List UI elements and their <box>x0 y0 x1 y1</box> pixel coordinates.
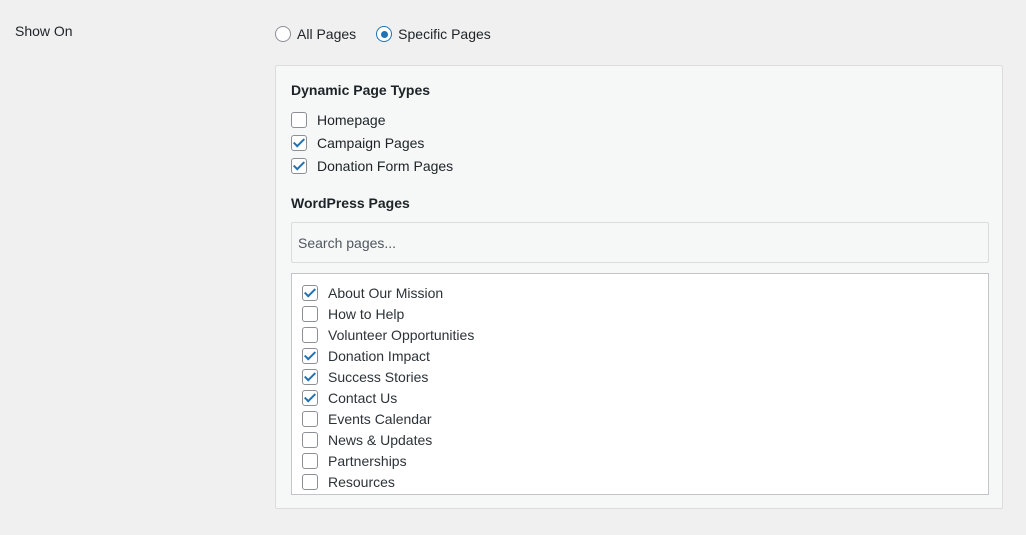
page-checkbox[interactable] <box>302 284 318 301</box>
radio-specific-pages[interactable]: Specific Pages <box>376 26 491 42</box>
radio-all-pages-label: All Pages <box>297 26 357 42</box>
radio-all-pages[interactable]: All Pages <box>275 26 356 42</box>
donation-form-pages-checkbox[interactable] <box>291 157 307 174</box>
show-on-label: Show On <box>15 23 73 39</box>
donation-form-pages-label: Donation Form Pages <box>317 157 454 174</box>
page-label: Resources <box>328 474 395 491</box>
homepage-label: Homepage <box>317 111 386 128</box>
page-item-success-stories[interactable]: Success Stories <box>292 366 988 387</box>
page-checkbox[interactable] <box>302 390 318 407</box>
campaign-pages-checkbox[interactable] <box>291 134 307 151</box>
page-item-how-to-help[interactable]: How to Help <box>292 303 988 324</box>
page-item-about-our-mission[interactable]: About Our Mission <box>292 282 988 303</box>
search-pages-input[interactable] <box>291 222 989 263</box>
page-checkbox[interactable] <box>302 326 318 343</box>
page-item-donation-impact[interactable]: Donation Impact <box>292 345 988 366</box>
wordpress-pages-heading: WordPress Pages <box>291 195 410 211</box>
radio-specific-pages-label: Specific Pages <box>398 26 491 42</box>
page-item-partnerships[interactable]: Partnerships <box>292 451 988 472</box>
page-label: Partnerships <box>328 453 407 470</box>
dynamic-page-types-list: Homepage Campaign Pages Donation Form Pa… <box>291 108 453 177</box>
page-checkbox[interactable] <box>302 347 318 364</box>
page-item-contact-us[interactable]: Contact Us <box>292 387 988 408</box>
wordpress-pages-list[interactable]: About Our Mission How to Help Volunteer … <box>291 273 989 495</box>
page-item-news-updates[interactable]: News & Updates <box>292 430 988 451</box>
show-on-radio-group: All Pages Specific Pages <box>275 26 511 42</box>
dynamic-type-donation-form-pages[interactable]: Donation Form Pages <box>291 154 453 177</box>
campaign-pages-label: Campaign Pages <box>317 134 425 151</box>
homepage-checkbox[interactable] <box>291 111 307 128</box>
specific-pages-panel: Dynamic Page Types Homepage Campaign Pag… <box>275 65 1003 509</box>
page-checkbox[interactable] <box>302 453 318 470</box>
page-checkbox[interactable] <box>302 305 318 322</box>
page-item-resources[interactable]: Resources <box>292 472 988 493</box>
radio-specific-pages-control[interactable] <box>376 26 393 42</box>
dynamic-type-homepage[interactable]: Homepage <box>291 108 453 131</box>
page-label: News & Updates <box>328 432 433 449</box>
page-label: Volunteer Opportunities <box>328 326 475 343</box>
page-label: Events Calendar <box>328 411 432 428</box>
page-item-volunteer-opportunities[interactable]: Volunteer Opportunities <box>292 324 988 345</box>
page-checkbox[interactable] <box>302 474 318 491</box>
page-checkbox[interactable] <box>302 432 318 449</box>
page-item-events-calendar[interactable]: Events Calendar <box>292 409 988 430</box>
page-checkbox[interactable] <box>302 411 318 428</box>
page-label: Success Stories <box>328 368 429 385</box>
page-label: Donation Impact <box>328 347 430 364</box>
dynamic-page-types-heading: Dynamic Page Types <box>291 82 431 98</box>
page-checkbox[interactable] <box>302 368 318 385</box>
dynamic-type-campaign-pages[interactable]: Campaign Pages <box>291 131 453 154</box>
page-label: About Our Mission <box>328 284 444 301</box>
page-label: Contact Us <box>328 390 398 407</box>
page-label: How to Help <box>328 305 405 322</box>
radio-all-pages-control[interactable] <box>275 26 291 42</box>
